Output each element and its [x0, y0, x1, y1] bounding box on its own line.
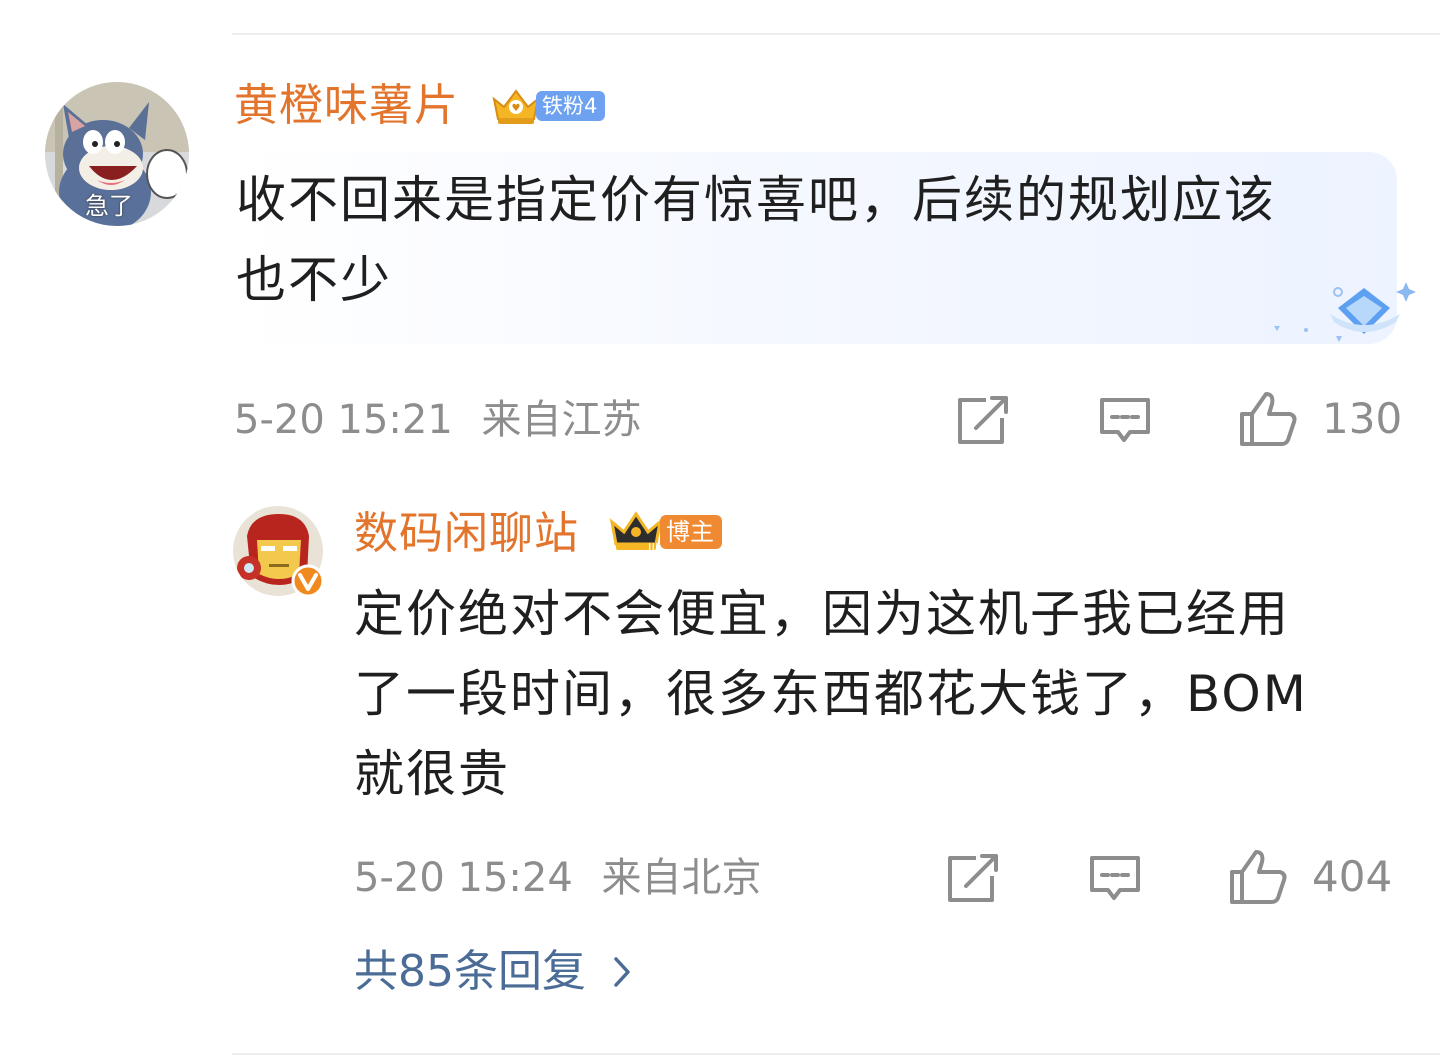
- comment-text[interactable]: 收不回来是指定价有惊喜吧，后续的规划应该 也不少: [236, 160, 1276, 320]
- reply-text-line: 了一段时间，很多东西都花大钱了，BOM: [354, 665, 1308, 723]
- reply-text-line: 定价绝对不会便宜，因为这机子我已经用: [354, 585, 1290, 643]
- comment-location: 来自江苏: [481, 397, 642, 443]
- comment-text-line: 也不少: [236, 251, 392, 309]
- fan-level-badge: ♥ 铁粉4: [490, 85, 606, 127]
- bottom-divider: [232, 1053, 1440, 1055]
- reply-timestamp: 5-20 15:24: [354, 855, 573, 901]
- share-icon[interactable]: [956, 396, 1010, 446]
- chevron-right-icon: [614, 957, 630, 987]
- blogger-badge: III 博主: [608, 510, 722, 554]
- crown-icon: ♥: [492, 89, 540, 124]
- commenter-username[interactable]: 黄橙味薯片: [234, 84, 459, 128]
- comment-text-line: 收不回来是指定价有惊喜吧，后续的规划应该: [236, 171, 1276, 229]
- like-count: 130: [1322, 394, 1403, 443]
- reply-text-line: 就很贵: [354, 745, 510, 803]
- view-all-replies-link[interactable]: 共85条回复: [354, 950, 632, 994]
- comment-icon[interactable]: [1098, 396, 1152, 446]
- avatar-caption: 急了: [85, 192, 133, 220]
- crown-icon: III: [609, 511, 663, 554]
- reply-text[interactable]: 定价绝对不会便宜，因为这机子我已经用 了一段时间，很多东西都花大钱了，BOM 就…: [354, 574, 1308, 814]
- comment-icon[interactable]: [1088, 854, 1142, 904]
- fan-badge-label: 铁粉4: [536, 91, 606, 121]
- blogger-badge-label: 博主: [660, 515, 722, 549]
- svg-text:III: III: [648, 541, 659, 554]
- commenter-avatar[interactable]: 急了: [45, 82, 189, 226]
- comment-meta: 5-20 15:21 来自江苏: [234, 400, 642, 440]
- view-all-replies-label: 共85条回复: [354, 946, 586, 997]
- reply-location: 来自北京: [601, 855, 762, 901]
- like-icon[interactable]: [1228, 848, 1288, 906]
- reply-like-count: 404: [1312, 852, 1393, 901]
- svg-text:♥: ♥: [512, 103, 521, 114]
- verified-icon: [291, 564, 325, 598]
- like-icon[interactable]: [1238, 390, 1298, 448]
- share-icon[interactable]: [946, 854, 1000, 904]
- reply-username[interactable]: 数码闲聊站: [354, 512, 579, 556]
- top-divider: [232, 33, 1440, 35]
- diamond-decoration-icon: [1274, 282, 1416, 342]
- reply-meta: 5-20 15:24 来自北京: [354, 858, 762, 898]
- comment-timestamp: 5-20 15:21: [234, 397, 453, 443]
